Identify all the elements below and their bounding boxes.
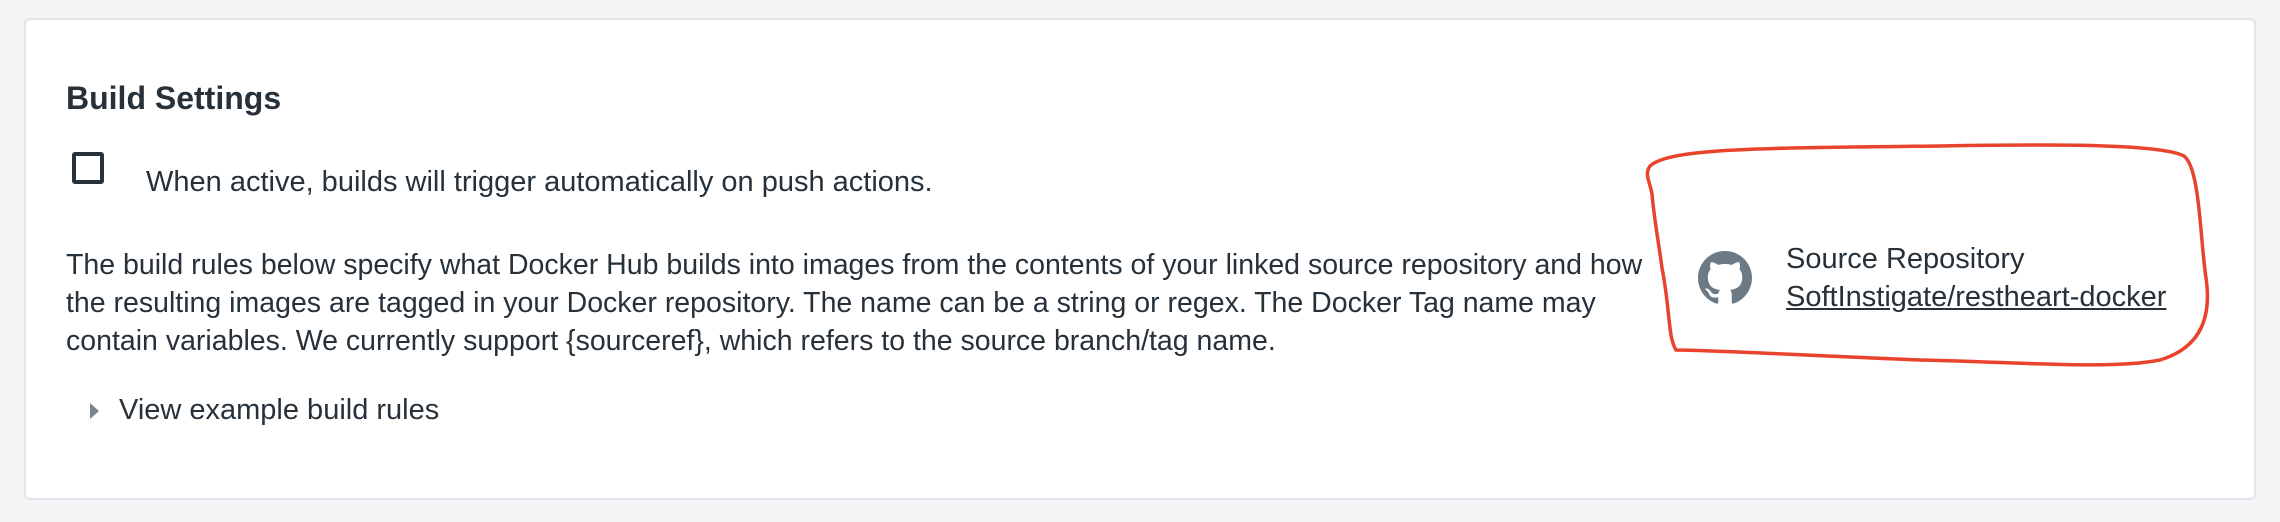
build-rules-description: The build rules below specify what Docke…: [66, 249, 1643, 357]
source-repository-label: Source Repository: [1786, 243, 2025, 275]
view-example-build-rules-label: View example build rules: [119, 394, 440, 426]
build-settings-title: Build Settings: [66, 80, 282, 116]
github-icon: [1698, 251, 1752, 304]
source-repository-link[interactable]: SoftInstigate/restheart-docker: [1786, 278, 2166, 316]
autobuild-label: When active, builds will trigger automat…: [146, 166, 933, 198]
source-repository-text: Source Repository SoftInstigate/resthear…: [1786, 240, 2166, 316]
view-example-build-rules-toggle[interactable]: View example build rules: [90, 394, 439, 427]
source-repository: Source Repository SoftInstigate/resthear…: [1698, 240, 2166, 316]
caret-right-icon: [90, 402, 99, 419]
autobuild-checkbox[interactable]: [72, 152, 104, 184]
